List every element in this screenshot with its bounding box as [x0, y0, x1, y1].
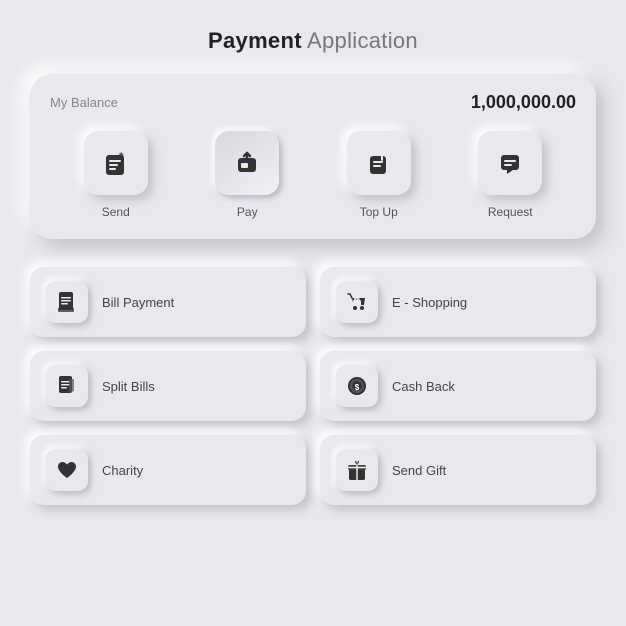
- service-bill-payment[interactable]: Bill Payment: [30, 267, 306, 337]
- cash-back-icon-wrap: $: [336, 365, 378, 407]
- service-send-gift[interactable]: Send Gift: [320, 435, 596, 505]
- e-shopping-icon: [344, 289, 370, 315]
- service-charity[interactable]: Charity: [30, 435, 306, 505]
- service-e-shopping[interactable]: E - Shopping: [320, 267, 596, 337]
- split-bills-label: Split Bills: [102, 379, 155, 394]
- action-send[interactable]: Send: [84, 131, 148, 219]
- charity-icon: [54, 457, 80, 483]
- action-pay[interactable]: Pay: [215, 131, 279, 219]
- send-label: Send: [102, 205, 130, 219]
- pay-icon-button[interactable]: [215, 131, 279, 195]
- app-title-bold: Payment: [208, 28, 302, 53]
- app-title: Payment Application: [208, 28, 418, 54]
- pay-icon: [230, 146, 264, 180]
- bill-payment-icon-wrap: [46, 281, 88, 323]
- balance-amount: 1,000,000.00: [471, 92, 576, 113]
- svg-text:$: $: [355, 383, 360, 392]
- e-shopping-icon-wrap: [336, 281, 378, 323]
- send-gift-icon: [344, 457, 370, 483]
- balance-card: My Balance 1,000,000.00 Send: [30, 74, 596, 239]
- cash-back-icon: $: [344, 373, 370, 399]
- top-up-icon: [362, 146, 396, 180]
- services-grid: Bill Payment E - Shopping: [30, 267, 596, 505]
- request-icon: [493, 146, 527, 180]
- service-cash-back[interactable]: $ Cash Back: [320, 351, 596, 421]
- action-request[interactable]: Request: [478, 131, 542, 219]
- charity-icon-wrap: [46, 449, 88, 491]
- cash-back-label: Cash Back: [392, 379, 455, 394]
- request-icon-button[interactable]: [478, 131, 542, 195]
- bill-payment-icon: [54, 289, 80, 315]
- bill-payment-label: Bill Payment: [102, 295, 174, 310]
- send-gift-icon-wrap: [336, 449, 378, 491]
- split-bills-icon-wrap: [46, 365, 88, 407]
- send-icon: [99, 146, 133, 180]
- app-title-light: Application: [302, 28, 418, 53]
- action-buttons-row: Send Pay: [50, 131, 576, 219]
- service-split-bills[interactable]: Split Bills: [30, 351, 306, 421]
- balance-header: My Balance 1,000,000.00: [50, 92, 576, 113]
- top-up-label: Top Up: [360, 205, 398, 219]
- send-icon-button[interactable]: [84, 131, 148, 195]
- pay-label: Pay: [237, 205, 258, 219]
- balance-label: My Balance: [50, 95, 118, 110]
- action-top-up[interactable]: Top Up: [347, 131, 411, 219]
- top-up-icon-button[interactable]: [347, 131, 411, 195]
- send-gift-label: Send Gift: [392, 463, 446, 478]
- charity-label: Charity: [102, 463, 143, 478]
- split-bills-icon: [54, 373, 80, 399]
- e-shopping-label: E - Shopping: [392, 295, 467, 310]
- request-label: Request: [488, 205, 533, 219]
